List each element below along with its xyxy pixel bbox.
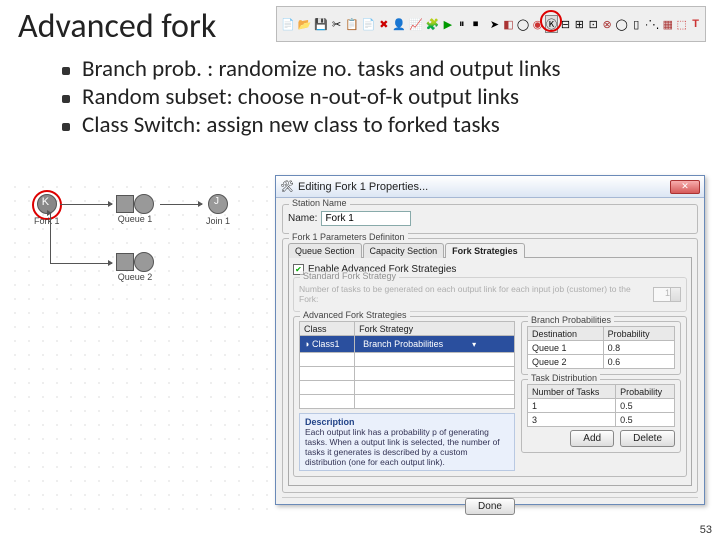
table-row	[300, 381, 515, 395]
tool-queue-icon[interactable]: ◯	[516, 15, 530, 33]
col-prob: Probability	[616, 385, 675, 399]
bullet-item: Branch prob. : randomize no. tasks and o…	[68, 55, 720, 83]
node-label: Fork 1	[34, 216, 60, 226]
tool-open-icon[interactable]: 📂	[297, 15, 313, 33]
tab-bar: Queue Section Capacity Section Fork Stra…	[288, 243, 692, 258]
fork-properties-dialog: 🛠 Editing Fork 1 Properties... ✕ Station…	[275, 175, 705, 505]
add-button[interactable]: Add	[570, 430, 614, 447]
tool-graph-icon[interactable]: 🧩	[425, 15, 441, 33]
dialog-icon: 🛠	[280, 180, 294, 194]
station-name-input[interactable]	[321, 211, 411, 226]
branch-prob-group: Branch Probabilities Destination Probabi…	[521, 321, 681, 375]
node-queue1[interactable]: Queue 1	[116, 194, 154, 224]
dot-grid	[8, 180, 268, 510]
tool-link-icon[interactable]: ·⋱	[644, 15, 661, 33]
delete-button[interactable]: Delete	[620, 430, 675, 447]
tool-chart-icon[interactable]: 📈	[408, 15, 424, 33]
tab-capacity-section[interactable]: Capacity Section	[363, 243, 445, 258]
table-row[interactable]: 3 0.5	[528, 413, 675, 427]
tool-save-icon[interactable]: 💾	[313, 15, 329, 33]
tool-place-icon[interactable]: ▯	[630, 15, 643, 33]
dialog-title: Editing Fork 1 Properties...	[298, 181, 428, 193]
col-strategy: Fork Strategy	[355, 322, 515, 336]
group-legend: Station Name	[289, 198, 350, 208]
tool-fork-icon[interactable]: Ⓚ	[545, 15, 558, 33]
group-legend: Task Distribution	[528, 373, 600, 383]
branch-prob-table[interactable]: Destination Probability Queue 1 0.8 Queu…	[527, 326, 675, 369]
class-cell: Class1	[312, 339, 340, 349]
node-join[interactable]: J Join 1	[206, 194, 230, 226]
table-row[interactable]: 1 0.5	[528, 399, 675, 413]
advanced-strategies-group: Advanced Fork Strategies Class Fork Stra…	[293, 316, 687, 477]
params-group: Fork 1 Parameters Definiton Queue Sectio…	[282, 238, 698, 493]
table-row	[300, 353, 515, 367]
tool-region-icon[interactable]: ▦	[661, 15, 674, 33]
tool-paste-icon[interactable]: 📄	[361, 15, 377, 33]
tool-router-icon[interactable]: ⊞	[573, 15, 586, 33]
class-icon: ◑	[304, 339, 312, 349]
dialog-footer: Done	[282, 497, 698, 515]
link-arrow	[60, 204, 112, 205]
done-button[interactable]: Done	[465, 498, 515, 515]
editor-toolbar: 📄 📂 💾 ✂ 📋 📄 ✖ 👤 📈 🧩 ▶ ⏸ ⏹ ➤ ◧ ◯ ◉ Ⓚ ⊟ ⊞ …	[276, 6, 706, 42]
tool-pointer-icon[interactable]: ➤	[488, 15, 501, 33]
strategy-combo[interactable]: Branch Probabilities	[359, 337, 479, 351]
close-button[interactable]: ✕	[670, 180, 700, 194]
group-legend: Fork 1 Parameters Definiton	[289, 232, 408, 242]
group-legend: Branch Probabilities	[528, 315, 614, 325]
tool-text-icon[interactable]: T	[689, 15, 702, 33]
description-heading: Description	[305, 417, 509, 427]
group-legend: Standard Fork Strategy	[300, 271, 399, 281]
tool-delete-icon[interactable]: ✖	[377, 15, 390, 33]
standard-strategy-group: Standard Fork Strategy Number of tasks t…	[293, 277, 687, 312]
node-label: Join 1	[206, 216, 230, 226]
name-label: Name:	[288, 213, 317, 224]
page-number: 53	[700, 524, 712, 536]
model-canvas: K Fork 1 Queue 1 J Join 1 Queue 2	[8, 180, 268, 510]
standard-task-spinner: 1	[653, 287, 681, 302]
link-arrow	[50, 213, 51, 263]
description-panel: Description Each output link has a proba…	[299, 413, 515, 471]
bullet-item: Class Switch: assign new class to forked…	[68, 111, 720, 139]
description-text: Each output link has a probability p of …	[305, 427, 509, 467]
tool-source-icon[interactable]: ◧	[502, 15, 515, 33]
link-arrow	[160, 204, 202, 205]
tool-logger-icon[interactable]: ⊗	[601, 15, 614, 33]
tool-stop-icon[interactable]: ⏹	[469, 15, 482, 33]
table-row	[300, 367, 515, 381]
node-label: Queue 1	[116, 214, 154, 224]
dialog-titlebar[interactable]: 🛠 Editing Fork 1 Properties... ✕	[276, 176, 704, 198]
bullet-item: Random subset: choose n-out-of-k output …	[68, 83, 720, 111]
tool-select-icon[interactable]: ⬚	[675, 15, 688, 33]
tool-copy-icon[interactable]: 📋	[344, 15, 360, 33]
col-prob: Probability	[603, 327, 674, 341]
table-row[interactable]: Queue 2 0.6	[528, 355, 675, 369]
node-queue2[interactable]: Queue 2	[116, 252, 154, 282]
station-name-group: Station Name Name:	[282, 204, 698, 234]
standard-label: Number of tasks to be generated on each …	[299, 284, 649, 304]
table-row	[300, 395, 515, 409]
tool-user-icon[interactable]: 👤	[391, 15, 407, 33]
class-strategy-table: Class Fork Strategy ◑ Class1 Branch Prob…	[299, 321, 515, 409]
tool-new-icon[interactable]: 📄	[280, 15, 296, 33]
table-row[interactable]: Queue 1 0.8	[528, 341, 675, 355]
bullet-list: Branch prob. : randomize no. tasks and o…	[28, 55, 720, 139]
tab-fork-strategies[interactable]: Fork Strategies	[445, 243, 525, 258]
task-dist-group: Task Distribution Number of Tasks Probab…	[521, 379, 681, 453]
tool-class-icon[interactable]: ◯	[615, 15, 629, 33]
tab-queue-section[interactable]: Queue Section	[288, 243, 362, 258]
table-row[interactable]: ◑ Class1 Branch Probabilities	[300, 336, 515, 353]
col-dest: Destination	[528, 327, 604, 341]
link-arrow	[50, 263, 112, 264]
tool-run-icon[interactable]: ▶	[441, 15, 454, 33]
task-dist-table[interactable]: Number of Tasks Probability 1 0.5 3	[527, 384, 675, 427]
tool-cut-icon[interactable]: ✂	[330, 15, 343, 33]
tool-pause-icon[interactable]: ⏸	[455, 15, 468, 33]
col-class: Class	[300, 322, 355, 336]
tool-delay-icon[interactable]: ⊡	[587, 15, 600, 33]
col-ntasks: Number of Tasks	[528, 385, 616, 399]
group-legend: Advanced Fork Strategies	[300, 310, 410, 320]
node-label: Queue 2	[116, 272, 154, 282]
